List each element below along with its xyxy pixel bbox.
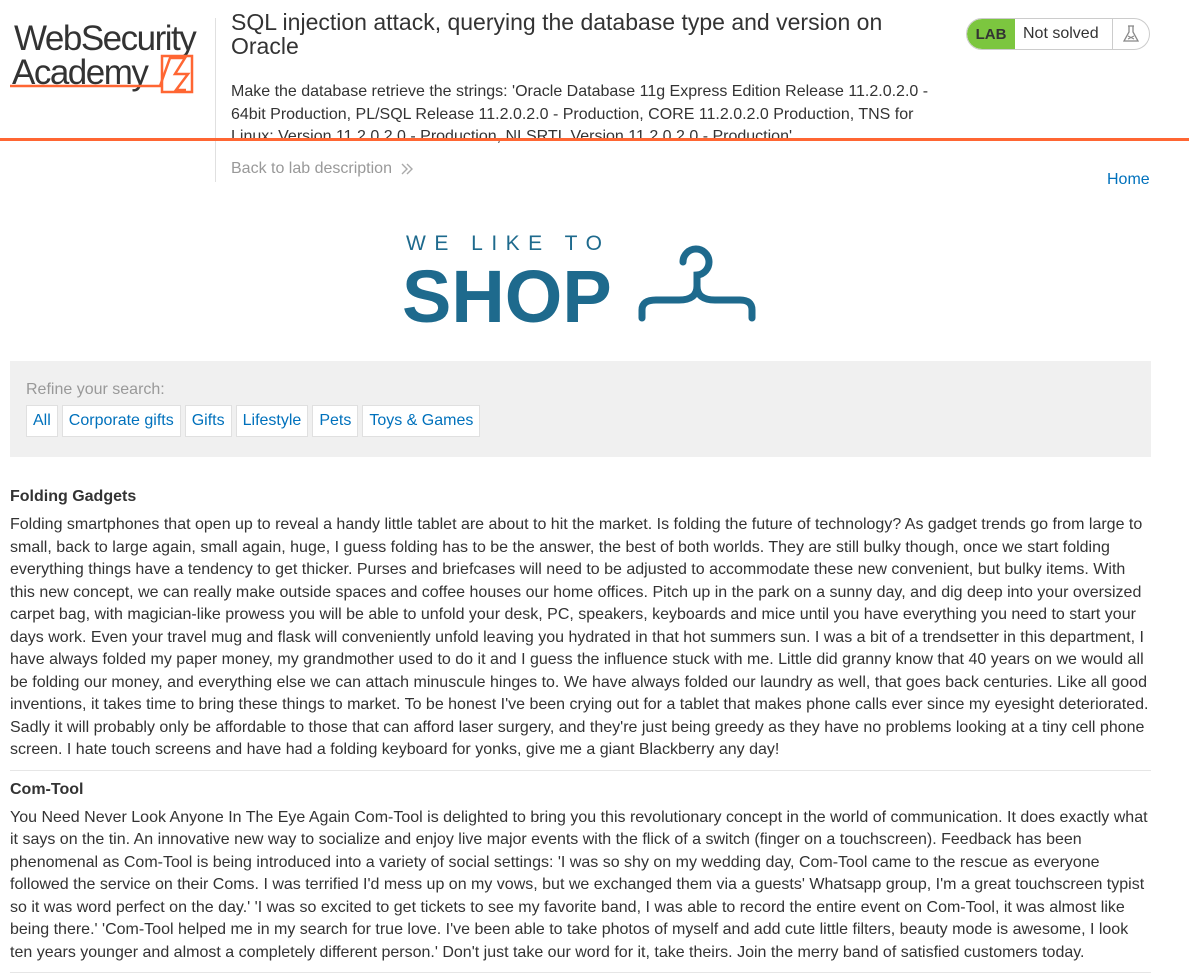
category-filters: All Corporate gifts Gifts Lifestyle Pets… bbox=[26, 405, 481, 437]
product-description: Folding smartphones that open up to reve… bbox=[10, 516, 1149, 758]
flask-icon bbox=[1112, 19, 1149, 49]
list-item: Folding Gadgets Folding smartphones that… bbox=[10, 484, 1151, 771]
back-link-label: Back to lab description bbox=[231, 160, 392, 177]
header-accent-line bbox=[0, 138, 1189, 141]
we-like-to-shop-logo: WE LIKE TO SHOP bbox=[402, 232, 756, 328]
lab-title: SQL injection attack, querying the datab… bbox=[231, 9, 883, 59]
filter-label: Refine your search: bbox=[26, 381, 165, 398]
product-title: Com-Tool bbox=[10, 780, 84, 798]
filter-gifts[interactable]: Gifts bbox=[184, 405, 232, 437]
lab-status-text: Not solved bbox=[1023, 25, 1099, 42]
filter-pets[interactable]: Pets bbox=[312, 405, 359, 437]
list-item: Com-Tool You Need Never Look Anyone In T… bbox=[10, 777, 1151, 973]
double-chevron-right-icon bbox=[401, 163, 413, 175]
filter-corporate-gifts[interactable]: Corporate gifts bbox=[61, 405, 181, 437]
product-description: You Need Never Look Anyone In The Eye Ag… bbox=[10, 808, 1148, 961]
back-to-lab-description-link[interactable]: Back to lab description bbox=[231, 160, 414, 178]
filter-toys-and-games[interactable]: Toys & Games bbox=[362, 405, 481, 437]
svg-text:SHOP: SHOP bbox=[402, 255, 612, 328]
hanger-icon bbox=[638, 245, 756, 322]
svg-text:WE LIKE TO: WE LIKE TO bbox=[406, 232, 610, 255]
filter-all[interactable]: All bbox=[26, 405, 58, 437]
product-title: Folding Gadgets bbox=[10, 488, 137, 505]
lab-header: WebSecurity Academy SQL injection attack… bbox=[0, 0, 1189, 190]
lab-badge: LAB bbox=[967, 19, 1015, 49]
filter-panel: Refine your search: All Corporate gifts … bbox=[10, 361, 1151, 457]
product-list: Folding Gadgets Folding smartphones that… bbox=[10, 480, 1151, 979]
lab-status-widget[interactable]: LAB Not solved bbox=[966, 18, 1150, 50]
websecurity-academy-logo[interactable]: WebSecurity Academy bbox=[10, 14, 215, 94]
filter-lifestyle[interactable]: Lifestyle bbox=[235, 405, 309, 437]
home-link[interactable]: Home bbox=[1107, 171, 1150, 189]
header-divider bbox=[215, 18, 216, 182]
